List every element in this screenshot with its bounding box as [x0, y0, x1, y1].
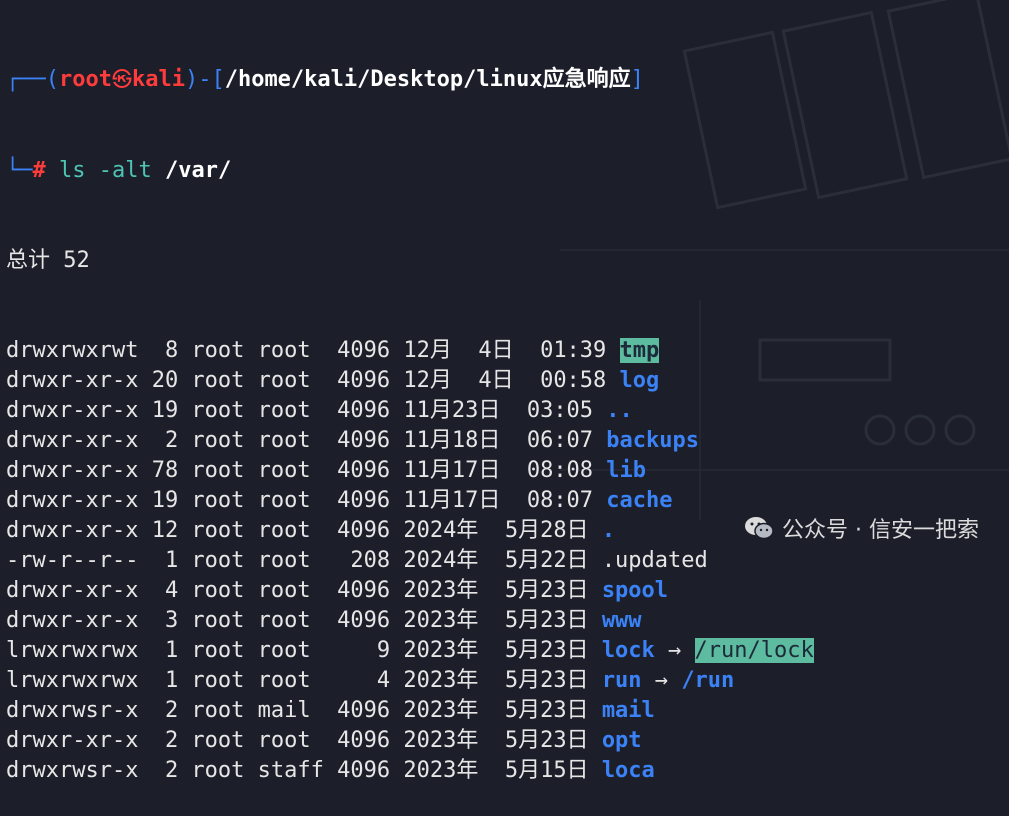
row-meta: drwxrwxrwt 8 root root 4096 12月 4日 01:39	[6, 338, 620, 363]
row-meta: drwxrwsr-x 2 root staff 4096 2023年 5月15日	[6, 758, 602, 783]
file-name[interactable]: lib	[606, 458, 646, 483]
row-meta: drwxr-xr-x 4 root root 4096 2023年 5月23日	[6, 578, 602, 603]
row-meta: -rw-r--r-- 1 root root 208 2024年 5月22日	[6, 548, 602, 573]
total-line: 总计 52	[6, 248, 90, 273]
prompt-hash: #	[32, 158, 46, 183]
prompt-line: ┌──(root㉿kali)-[/home/kali/Desktop/linux…	[6, 60, 1009, 96]
row-meta: drwxr-xr-x 78 root root 4096 11月17日 08:0…	[6, 458, 607, 483]
symlink-arrow-icon: →	[654, 638, 695, 663]
prompt-frame-bottom: └─	[6, 158, 33, 183]
file-name[interactable]: backups	[606, 428, 699, 453]
row-meta: lrwxrwxrwx 1 root root 4 2023年 5月23日	[6, 668, 602, 693]
listing-row: lrwxrwxrwx 1 root root 4 2023年 5月23日 run…	[6, 666, 1009, 696]
listing-row: drwxrwxrwt 8 root root 4096 12月 4日 01:39…	[6, 336, 1009, 366]
row-meta: drwxr-xr-x 2 root root 4096 2023年 5月23日	[6, 728, 602, 753]
file-name[interactable]: cache	[606, 488, 672, 513]
listing-row: drwxr-xr-x 2 root root 4096 2023年 5月23日 …	[6, 726, 1009, 756]
prompt-host: kali	[131, 67, 185, 92]
row-meta: drwxrwsr-x 2 root mail 4096 2023年 5月23日	[6, 698, 602, 723]
command-path: /var/	[164, 158, 232, 183]
file-name[interactable]: spool	[602, 578, 668, 603]
listing-row: drwxr-xr-x 4 root root 4096 2023年 5月23日 …	[6, 576, 1009, 606]
command-flags: -alt	[98, 158, 152, 183]
row-meta: drwxr-xr-x 19 root root 4096 11月23日 03:0…	[6, 398, 607, 423]
row-meta: drwxr-xr-x 19 root root 4096 11月17日 08:0…	[6, 488, 607, 513]
command-line[interactable]: └─# ls -alt /var/	[6, 156, 1009, 186]
row-meta: drwxr-xr-x 2 root root 4096 11月18日 06:07	[6, 428, 607, 453]
file-name[interactable]: mail	[602, 698, 655, 723]
row-meta: drwxr-xr-x 3 root root 4096 2023年 5月23日	[6, 608, 602, 633]
listing-row: drwxrwsr-x 2 root staff 4096 2023年 5月15日…	[6, 756, 1009, 786]
listing: drwxrwxrwt 8 root root 4096 12月 4日 01:39…	[6, 336, 1009, 786]
file-name[interactable]: loca	[602, 758, 655, 783]
terminal[interactable]: ┌──(root㉿kali)-[/home/kali/Desktop/linux…	[6, 0, 1009, 783]
listing-row: -rw-r--r-- 1 root root 208 2024年 5月22日 .…	[6, 546, 1009, 576]
symlink-target[interactable]: /run	[681, 668, 734, 693]
file-name[interactable]: tmp	[619, 338, 660, 363]
row-meta: lrwxrwxrwx 1 root root 9 2023年 5月23日	[6, 638, 602, 663]
listing-row: lrwxrwxrwx 1 root root 9 2023年 5月23日 loc…	[6, 636, 1009, 666]
file-name[interactable]: www	[602, 608, 642, 633]
skull-icon: ㉿	[111, 67, 132, 91]
row-meta: drwxr-xr-x 20 root root 4096 12月 4日 00:5…	[6, 368, 620, 393]
file-name[interactable]: opt	[602, 728, 642, 753]
watermark: 公众号 · 信安一把索	[744, 512, 979, 544]
symlink-target[interactable]: /run/lock	[694, 638, 814, 663]
symlink-arrow-icon: →	[641, 668, 682, 693]
prompt-path: /home/kali/Desktop/linux应急响应	[224, 67, 631, 92]
prompt-frame-mid: )-[	[184, 67, 225, 92]
command-bin: ls	[59, 158, 86, 183]
file-name[interactable]: ..	[606, 398, 633, 423]
wechat-icon	[745, 517, 774, 540]
file-name[interactable]: .	[602, 518, 615, 543]
listing-row: drwxr-xr-x 2 root root 4096 11月18日 06:07…	[6, 426, 1009, 456]
watermark-text: 公众号 · 信安一把索	[782, 518, 979, 543]
prompt-user: root	[58, 67, 112, 92]
listing-row: drwxr-xr-x 19 root root 4096 11月23日 03:0…	[6, 396, 1009, 426]
prompt-frame-end: ]	[630, 67, 644, 92]
listing-row: drwxr-xr-x 78 root root 4096 11月17日 08:0…	[6, 456, 1009, 486]
row-meta: drwxr-xr-x 12 root root 4096 2024年 5月28日	[6, 518, 602, 543]
file-name[interactable]: .updated	[602, 548, 708, 573]
file-name[interactable]: run	[602, 668, 642, 693]
listing-row: drwxr-xr-x 3 root root 4096 2023年 5月23日 …	[6, 606, 1009, 636]
prompt-frame: ┌──(	[6, 67, 59, 92]
listing-row: drwxrwsr-x 2 root mail 4096 2023年 5月23日 …	[6, 696, 1009, 726]
file-name[interactable]: lock	[602, 638, 655, 663]
listing-row: drwxr-xr-x 20 root root 4096 12月 4日 00:5…	[6, 366, 1009, 396]
file-name[interactable]: log	[620, 368, 660, 393]
